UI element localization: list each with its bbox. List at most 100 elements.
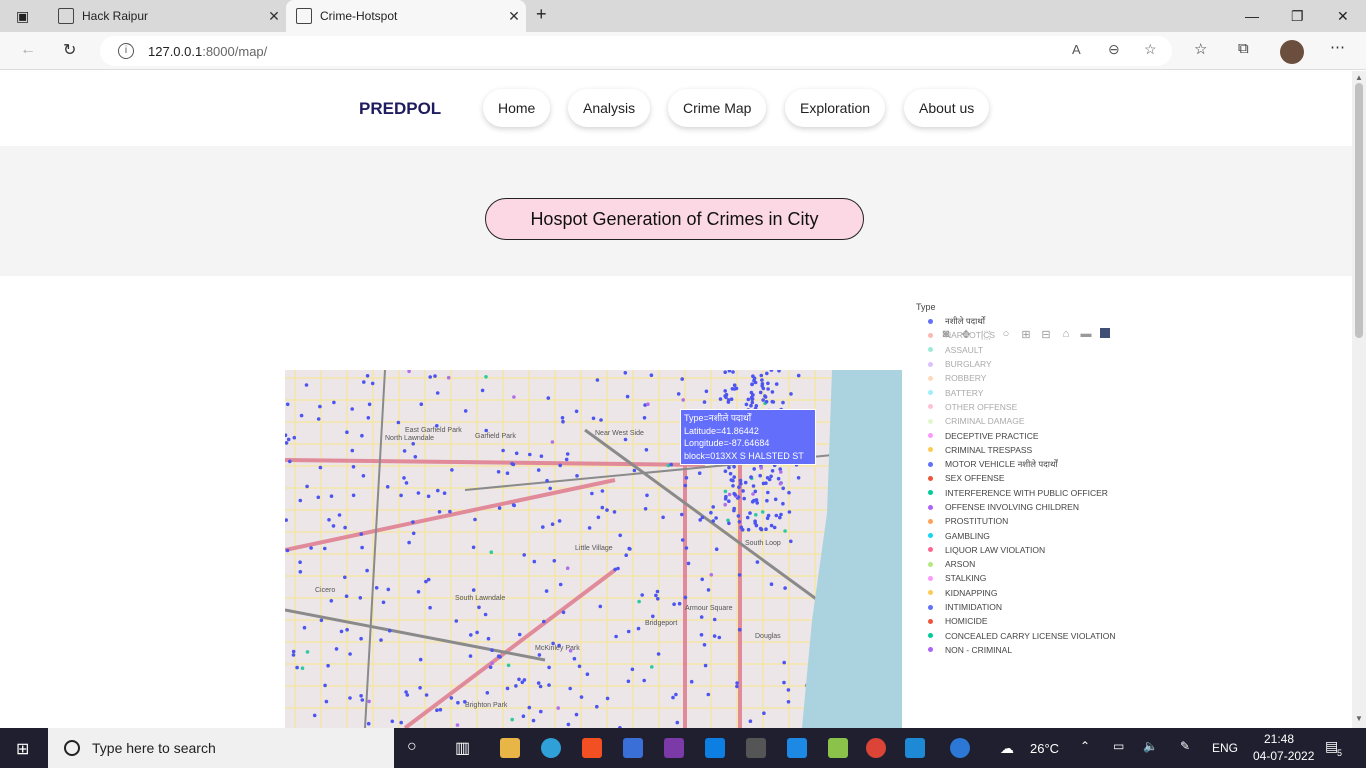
crime-point[interactable]: [702, 400, 707, 404]
crime-point[interactable]: [350, 407, 354, 411]
crime-point[interactable]: [305, 650, 310, 654]
crime-point[interactable]: [769, 582, 774, 586]
crime-point[interactable]: [759, 466, 763, 470]
crime-point[interactable]: [359, 636, 363, 641]
crime-point[interactable]: [781, 501, 785, 506]
crime-point[interactable]: [298, 498, 303, 503]
legend-item[interactable]: HOMICIDE: [912, 614, 1116, 628]
crime-point[interactable]: [402, 449, 407, 453]
legend-item[interactable]: CRIMINAL TRESPASS: [912, 443, 1116, 457]
crime-point[interactable]: [758, 390, 763, 395]
crime-point[interactable]: [770, 390, 775, 394]
crime-point[interactable]: [360, 433, 364, 438]
crime-point[interactable]: [769, 523, 774, 528]
crime-point[interactable]: [733, 493, 737, 497]
legend-item[interactable]: MOTOR VEHICLE नशीले पदार्थों: [912, 457, 1116, 471]
crime-point[interactable]: [496, 654, 501, 658]
legend-item[interactable]: OTHER OFFENSE: [912, 400, 1116, 414]
crime-point[interactable]: [595, 704, 599, 709]
crime-point[interactable]: [714, 516, 718, 520]
crime-point[interactable]: [605, 696, 610, 701]
crime-point[interactable]: [796, 373, 801, 378]
crime-point[interactable]: [714, 547, 719, 551]
nav-home-button[interactable]: Home: [483, 89, 551, 127]
crime-point[interactable]: [623, 437, 628, 442]
crime-point[interactable]: [411, 531, 416, 536]
legend-item[interactable]: BURGLARY: [912, 357, 1116, 371]
crime-point[interactable]: [437, 510, 442, 514]
nav-crime-map-button[interactable]: Crime Map: [668, 89, 767, 127]
crime-point[interactable]: [709, 573, 714, 577]
crime-point[interactable]: [651, 614, 655, 619]
crime-point[interactable]: [587, 526, 592, 530]
crime-point[interactable]: [557, 519, 562, 523]
crime-point[interactable]: [517, 632, 522, 637]
close-tab-icon[interactable]: ✕: [262, 8, 286, 25]
vscode-icon[interactable]: [905, 738, 925, 758]
crime-point[interactable]: [717, 635, 722, 640]
crime-point[interactable]: [574, 409, 579, 414]
crime-point[interactable]: [550, 440, 555, 444]
crime-point[interactable]: [723, 370, 727, 374]
legend-item[interactable]: ARSON: [912, 557, 1116, 571]
crime-point[interactable]: [706, 692, 711, 697]
crime-point[interactable]: [702, 643, 707, 647]
crime-point[interactable]: [449, 696, 454, 700]
tab-hack-raipur[interactable]: Hack Raipur ✕: [48, 0, 286, 32]
collections-icon[interactable]: ⧉: [1238, 40, 1249, 57]
nav-analysis-button[interactable]: Analysis: [568, 89, 651, 127]
crime-point[interactable]: [344, 594, 349, 598]
crime-point[interactable]: [700, 577, 704, 582]
crime-point[interactable]: [316, 495, 321, 500]
crime-point[interactable]: [404, 481, 409, 485]
crime-point[interactable]: [419, 402, 424, 406]
crime-point[interactable]: [514, 451, 519, 456]
crime-point[interactable]: [528, 452, 532, 457]
crime-point[interactable]: [732, 383, 737, 387]
crime-point[interactable]: [760, 510, 765, 514]
crime-point[interactable]: [324, 699, 329, 704]
crime-point[interactable]: [564, 457, 569, 462]
crime-point[interactable]: [510, 717, 514, 722]
mail-icon[interactable]: [623, 738, 643, 758]
tab-crime-hotspot[interactable]: Crime-Hotspot ✕: [286, 0, 526, 32]
crime-point[interactable]: [348, 696, 352, 700]
crime-point[interactable]: [766, 387, 770, 391]
crime-point[interactable]: [750, 500, 755, 504]
crime-point[interactable]: [527, 705, 532, 710]
scroll-down-icon[interactable]: ▼: [1355, 714, 1363, 723]
crime-point[interactable]: [774, 513, 779, 518]
tab-actions-icon[interactable]: ▣: [16, 8, 29, 25]
crime-point[interactable]: [640, 593, 644, 597]
legend-item[interactable]: OFFENSE INVOLVING CHILDREN: [912, 500, 1116, 514]
crime-point[interactable]: [532, 559, 537, 564]
crime-point[interactable]: [769, 474, 773, 479]
crime-point[interactable]: [739, 481, 743, 486]
crime-point[interactable]: [288, 459, 292, 464]
crime-point[interactable]: [698, 518, 702, 522]
store-icon[interactable]: [582, 738, 602, 758]
crime-point[interactable]: [345, 430, 349, 434]
minimize-icon[interactable]: —: [1245, 8, 1259, 24]
network-icon[interactable]: ▭: [1113, 739, 1124, 753]
crime-point[interactable]: [312, 713, 317, 718]
crime-point[interactable]: [418, 686, 422, 690]
crime-point[interactable]: [291, 653, 296, 657]
crime-point[interactable]: [649, 373, 654, 377]
crime-point[interactable]: [761, 481, 766, 486]
crime-point[interactable]: [796, 476, 801, 480]
crime-point[interactable]: [684, 476, 689, 480]
crime-point[interactable]: [613, 567, 617, 572]
crime-point[interactable]: [731, 370, 735, 374]
crime-point[interactable]: [339, 629, 344, 634]
crime-point[interactable]: [561, 419, 565, 424]
crime-point[interactable]: [712, 617, 717, 622]
new-tab-icon[interactable]: +: [536, 4, 547, 25]
scroll-thumb[interactable]: [1355, 83, 1363, 338]
crime-point[interactable]: [575, 474, 579, 478]
crime-point[interactable]: [618, 533, 622, 538]
crime-point[interactable]: [362, 380, 366, 384]
crime-point[interactable]: [360, 698, 365, 702]
chrome-icon[interactable]: [866, 738, 886, 758]
crime-point[interactable]: [565, 566, 570, 570]
